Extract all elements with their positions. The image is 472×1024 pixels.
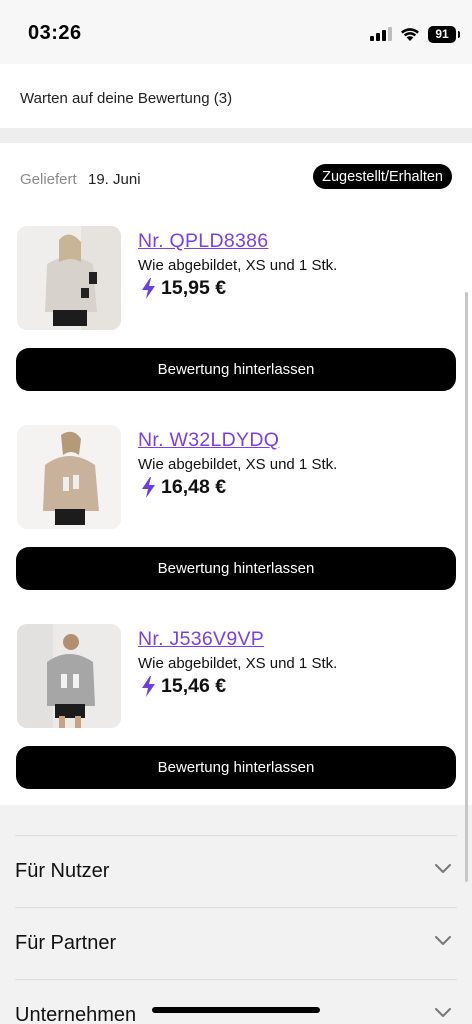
product-image[interactable] [17, 624, 121, 728]
footer-section-partners[interactable]: Für Partner [15, 907, 457, 979]
product-image[interactable] [17, 425, 121, 529]
item-variant: Wie abgebildet, XS und 1 Stk. [138, 456, 338, 473]
price-row: 15,95 € [142, 276, 226, 300]
order-item: Nr. J536V9VP Wie abgebildet, XS und 1 St… [0, 624, 472, 824]
status-bar: 03:26 91 [0, 0, 472, 64]
leave-review-button[interactable]: Bewertung hinterlassen [16, 547, 456, 590]
chevron-down-icon [435, 1008, 451, 1017]
order-item: Nr. W32LDYDQ Wie abgebildet, XS und 1 St… [0, 425, 472, 625]
delivery-status-badge: Zugestellt/Erhalten [313, 164, 452, 189]
delivered-label: Geliefert [20, 171, 77, 188]
home-indicator[interactable] [152, 1007, 320, 1013]
leave-review-button[interactable]: Bewertung hinterlassen [16, 746, 456, 789]
cellular-signal-icon [370, 27, 392, 41]
lightning-icon [142, 675, 155, 697]
leave-review-button[interactable]: Bewertung hinterlassen [16, 348, 456, 391]
footer-section-label: Für Partner [15, 932, 117, 954]
footer-section-company[interactable]: Unternehmen [15, 979, 457, 1024]
chevron-down-icon [435, 936, 451, 945]
status-time: 03:26 [28, 22, 82, 44]
item-variant: Wie abgebildet, XS und 1 Stk. [138, 655, 338, 672]
footer-section-label: Unternehmen [15, 1004, 137, 1024]
item-variant: Wie abgebildet, XS und 1 Stk. [138, 257, 338, 274]
delivered-date: 19. Juni [88, 171, 141, 188]
pending-reviews-row[interactable]: Warten auf deine Bewertung (3) [0, 64, 472, 128]
status-icons: 91 [370, 24, 460, 44]
pending-reviews-label: Warten auf deine Bewertung (3) [20, 90, 233, 107]
lightning-icon [142, 476, 155, 498]
price-row: 15,46 € [142, 674, 226, 698]
battery-icon: 91 [428, 25, 460, 43]
item-price: 16,48 € [161, 475, 227, 498]
scrollbar[interactable] [465, 292, 468, 882]
footer-section-users[interactable]: Für Nutzer [15, 835, 457, 907]
order-number-link[interactable]: Nr. W32LDYDQ [138, 429, 279, 452]
price-row: 16,48 € [142, 475, 226, 499]
product-image[interactable] [17, 226, 121, 330]
wifi-icon [401, 27, 419, 41]
order-item: Nr. QPLD8386 Wie abgebildet, XS und 1 St… [0, 226, 472, 426]
order-number-link[interactable]: Nr. J536V9VP [138, 628, 264, 651]
order-card: Geliefert 19. Juni Zugestellt/Erhalten N… [0, 143, 472, 805]
section-divider [0, 128, 472, 143]
item-price: 15,46 € [161, 674, 227, 697]
chevron-down-icon [435, 864, 451, 873]
lightning-icon [142, 277, 155, 299]
order-number-link[interactable]: Nr. QPLD8386 [138, 230, 268, 253]
item-price: 15,95 € [161, 276, 227, 299]
footer-section-label: Für Nutzer [15, 860, 110, 882]
